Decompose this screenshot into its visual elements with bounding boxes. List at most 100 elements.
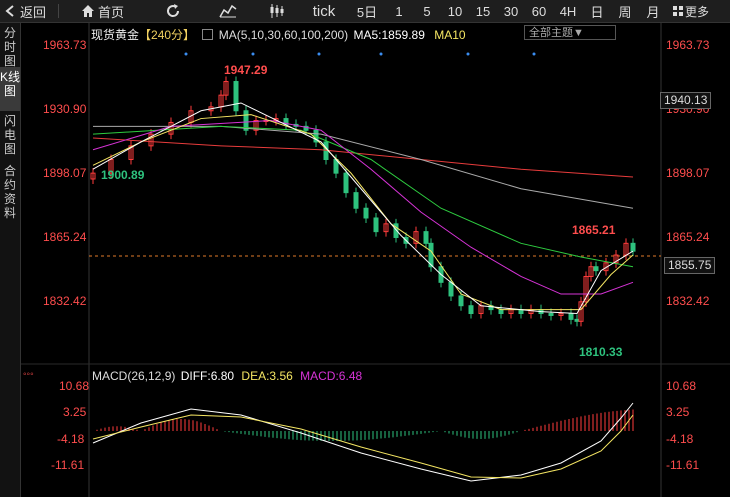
candle-body: [343, 172, 349, 194]
high-annotation: 1947.29: [224, 63, 268, 77]
period-5day[interactable]: 5日: [349, 0, 385, 22]
low-annotation: 1810.33: [579, 345, 623, 359]
period-tick[interactable]: tick: [299, 0, 349, 22]
theme-select[interactable]: 全部主题▼: [524, 25, 616, 40]
macd-y-label-left: -4.18: [57, 432, 85, 446]
pane-handle: ◦◦◦: [23, 369, 34, 380]
event-dot: [379, 52, 383, 56]
tab-flash[interactable]: 闪电图: [0, 111, 20, 161]
macd-label: MACD(26,12,9): [92, 369, 176, 383]
candlestick-button[interactable]: [255, 0, 299, 22]
macd-y-label-left: -11.61: [51, 458, 85, 472]
y-label-left: 1930.90: [43, 102, 87, 116]
chart-type-sidebar: 分时图 K线图 闪电图 合约资料: [0, 23, 21, 497]
candlestick-icon: [270, 4, 284, 18]
chart-line-icon: [219, 4, 237, 18]
dea-value: DEA:3.56: [241, 369, 293, 383]
ma5-value: MA5:1859.89: [353, 28, 425, 42]
event-dot: [466, 52, 470, 56]
refresh-button[interactable]: [145, 0, 201, 22]
macd-y-label-left: 3.25: [63, 405, 87, 419]
period-1min[interactable]: 1: [385, 0, 413, 22]
ma100-line: [93, 125, 634, 209]
candle-body: [423, 231, 429, 244]
period-30min[interactable]: 30: [497, 0, 525, 22]
event-dot: [317, 52, 321, 56]
candle-body: [233, 81, 239, 112]
tab-contract-info[interactable]: 合约资料: [0, 161, 20, 221]
macd-value: MACD:6.48: [300, 369, 363, 383]
period-60min[interactable]: 60: [525, 0, 553, 22]
candle-body: [458, 295, 464, 307]
back-arrow-icon: [5, 5, 14, 17]
candle-body: [630, 242, 636, 252]
y-label-right: 1865.24: [666, 230, 710, 244]
kline-chart-canvas[interactable]: ◦◦◦: [21, 23, 730, 497]
period-day[interactable]: 日: [583, 0, 611, 22]
ma200-line: [92, 137, 634, 178]
candle-body: [363, 207, 369, 219]
top-toolbar: 返回 首页 tick 5日 1 5 10 15 30 60 4H 日 周 月 更…: [0, 0, 730, 23]
y-label-left: 1832.42: [43, 294, 87, 308]
candle-body: [498, 309, 504, 315]
macd-y-label-right: 3.25: [666, 405, 690, 419]
candle-body: [548, 313, 554, 316]
event-dot: [251, 52, 255, 56]
y-label-left: 1963.73: [43, 38, 87, 52]
high-right-annotation: 1865.21: [572, 223, 616, 237]
period-month[interactable]: 月: [639, 0, 667, 22]
tab-timeshare[interactable]: 分时图: [0, 23, 20, 68]
candle-body: [574, 318, 580, 322]
more-label: 更多: [684, 4, 709, 19]
macd-legend: MACD(26,12,9) DIFF:6.80 DEA:3.56 MACD:6.…: [92, 369, 362, 383]
candle-body: [448, 281, 454, 297]
ma-toggle-icon[interactable]: [202, 29, 214, 40]
diff-line: [92, 402, 634, 482]
y-label-left: 1898.07: [43, 166, 87, 180]
macd-y-label-right: -4.18: [666, 432, 694, 446]
macd-y-label-right: -11.61: [666, 458, 700, 472]
y-label-left: 1865.24: [43, 230, 87, 244]
main-chart-legend: 现货黄金【240分】 MA(5,10,30,60,100,200) MA5:18…: [91, 26, 466, 43]
candle-body: [353, 192, 359, 209]
period-week[interactable]: 周: [611, 0, 639, 22]
ma10-value: MA10: [434, 28, 466, 42]
tab-kline[interactable]: K线图: [0, 67, 20, 111]
back-button[interactable]: 返回: [0, 0, 58, 22]
home-icon: [82, 5, 94, 17]
chart-area: ◦◦◦ 现货黄金【240分】 MA(5,10,30,60,100,200) MA…: [21, 23, 730, 497]
y-label-right: 1832.42: [666, 294, 710, 308]
crosshair-price-box: 1940.13: [660, 92, 712, 109]
period-label: 【240分】: [139, 28, 196, 42]
candle-body: [373, 217, 379, 233]
dea-line: [92, 414, 634, 479]
refresh-icon: [167, 4, 180, 17]
macd-y-label-right: 10.68: [666, 379, 697, 393]
ma5-line: [92, 102, 634, 315]
diff-value: DIFF:6.80: [180, 369, 235, 383]
back-label: 返回: [20, 4, 47, 20]
y-label-right: 1898.07: [666, 166, 710, 180]
candle-body: [593, 266, 599, 272]
period-5min[interactable]: 5: [413, 0, 441, 22]
y-label-right: 1963.73: [666, 38, 710, 52]
ma30-line: [92, 120, 634, 295]
period-10min[interactable]: 10: [441, 0, 469, 22]
instrument-name: 现货黄金: [91, 28, 140, 42]
ma-legend: MA(5,10,30,60,100,200): [218, 28, 349, 42]
macd-y-label-left: 10.68: [59, 379, 90, 393]
candle-body: [468, 305, 474, 315]
indicator-button[interactable]: [201, 0, 255, 22]
candle-body: [568, 313, 574, 320]
event-dot: [184, 52, 188, 56]
grid-menu-icon: [672, 6, 683, 16]
home-label: 首页: [98, 4, 125, 20]
period-15min[interactable]: 15: [469, 0, 497, 22]
more-button[interactable]: 更多: [667, 0, 711, 22]
event-dot: [532, 52, 536, 56]
low-left-annotation: 1900.89: [101, 168, 145, 182]
last-price-tag: 1855.75: [664, 257, 716, 274]
home-button[interactable]: 首页: [59, 0, 145, 22]
period-4h[interactable]: 4H: [553, 0, 583, 22]
ma10-line: [92, 114, 634, 311]
